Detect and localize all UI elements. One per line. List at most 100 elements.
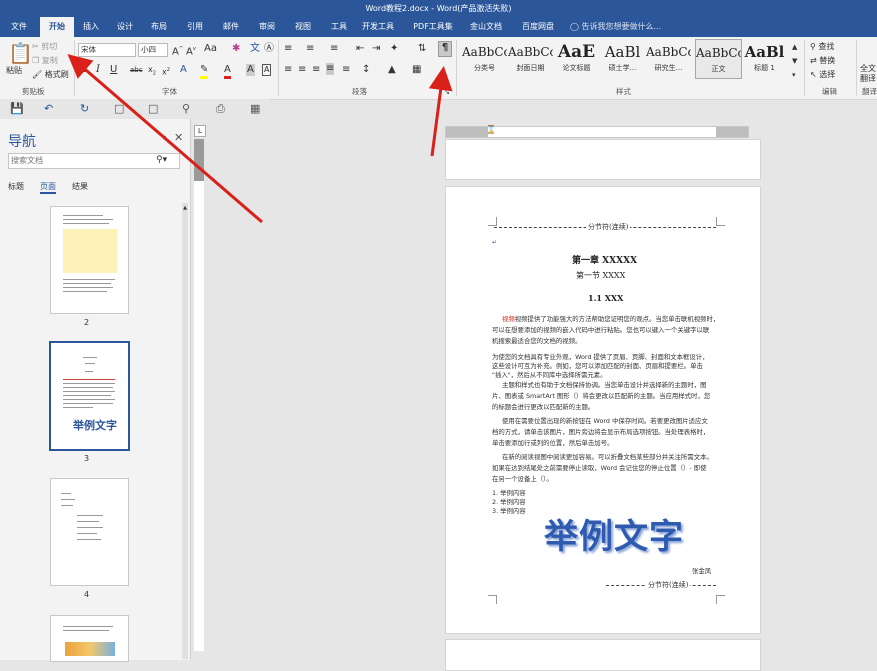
tab-kingsoft-docs[interactable]: 金山文档 (466, 17, 506, 37)
vertical-ruler[interactable]: L (192, 119, 206, 660)
text-effects-icon[interactable]: A (180, 64, 187, 76)
close-icon[interactable]: ✕ (174, 131, 183, 144)
format-painter-button[interactable]: 🖌 格式刷 (32, 69, 69, 80)
char-border-icon[interactable]: A (262, 64, 272, 76)
tell-me-box[interactable]: ◯ 告诉我您想要做什么... (570, 17, 661, 37)
save-icon[interactable]: 💾 (10, 102, 24, 115)
change-case-icon[interactable]: Aa (204, 43, 217, 55)
style-preview: AaBbCc (646, 45, 691, 59)
open-icon[interactable]: □ (148, 102, 158, 115)
indent-marker-icon[interactable]: ⌛ (486, 125, 496, 134)
search-icon[interactable]: ⚲▾ (156, 153, 167, 167)
tab-pdf-tools[interactable]: PDF工具集 (410, 17, 456, 37)
print-icon[interactable]: ⎙ (216, 102, 225, 116)
italic-icon[interactable]: I (96, 64, 100, 76)
big-word-art-text[interactable]: 举例文字 (544, 509, 684, 558)
find-button[interactable]: ⚲ 查找 (810, 41, 834, 52)
multilevel-list-icon[interactable]: ≡ (330, 43, 338, 55)
align-center-icon[interactable]: ≡ (298, 64, 306, 76)
decrease-indent-icon[interactable]: ⇤ (356, 43, 364, 55)
superscript-icon[interactable]: x2 (162, 64, 170, 79)
page-thumbnail-active[interactable]: 举例文字 (49, 341, 130, 451)
grow-font-icon[interactable]: A^ (172, 43, 183, 58)
nav-tab-results[interactable]: 结果 (72, 181, 88, 192)
numbering-icon[interactable]: ≡ (306, 43, 314, 55)
font-size-select[interactable]: 小四 (138, 43, 168, 57)
phonetic-guide-icon[interactable]: 文 (250, 43, 260, 55)
styles-more-icon[interactable]: ▾ (792, 69, 796, 81)
style-item[interactable]: AaBbCc 分类号 (462, 39, 507, 77)
font-name-select[interactable]: 宋体 (78, 43, 136, 57)
style-item-active[interactable]: AaBbCcI 正文 (695, 39, 742, 79)
line-spacing-icon[interactable]: ↕ (362, 64, 370, 76)
nav-scrollbar[interactable]: ▲ (182, 203, 188, 659)
borders-icon[interactable]: ▦ (412, 64, 421, 76)
clear-format-icon[interactable]: ✱ (232, 43, 240, 55)
tab-tools[interactable]: 工具 (326, 17, 352, 37)
style-item[interactable]: AaBbCc 封面日期 (508, 39, 553, 77)
styles-scroll-down-icon[interactable]: ▼ (792, 55, 797, 67)
paste-icon[interactable]: 📋 (8, 43, 33, 63)
tab-selector[interactable]: L (194, 125, 206, 137)
underline-icon[interactable]: U (110, 64, 117, 76)
cut-button[interactable]: ✂ 剪切 (32, 41, 57, 52)
customize-qat-icon[interactable]: ▦ (250, 102, 260, 115)
chinese-layout-icon[interactable]: ✦ (390, 43, 398, 55)
style-item[interactable]: AaBl 硕士学... (600, 39, 645, 77)
tab-developer[interactable]: 开发工具 (360, 17, 396, 37)
increase-indent-icon[interactable]: ⇥ (372, 43, 380, 55)
tab-file[interactable]: 文件 (6, 17, 32, 37)
copy-button[interactable]: ❐ 复制 (32, 55, 58, 66)
print-preview-icon[interactable]: ⚲ (182, 102, 190, 115)
align-left-icon[interactable]: ≡ (284, 64, 292, 76)
nav-tab-headings[interactable]: 标题 (8, 181, 24, 192)
align-right-icon[interactable]: ≡ (312, 64, 320, 76)
tab-review[interactable]: 审阅 (254, 17, 280, 37)
nav-tab-pages[interactable]: 页面 (40, 181, 56, 194)
scroll-up-icon[interactable]: ▲ (182, 205, 188, 211)
paste-button[interactable]: 粘贴 (6, 65, 22, 76)
styles-scroll-up-icon[interactable]: ▲ (792, 41, 797, 53)
horizontal-ruler[interactable]: ⌛ (445, 125, 749, 138)
strikethrough-icon[interactable]: abc (130, 64, 143, 76)
tab-baidu-netdisk[interactable]: 百度网盘 (518, 17, 558, 37)
redo-icon[interactable]: ↻ (80, 102, 89, 115)
font-color-icon[interactable]: A (224, 64, 231, 79)
char-shading-icon[interactable]: A (246, 64, 255, 76)
new-doc-icon[interactable]: □ (114, 102, 124, 115)
replace-button[interactable]: ⇄ 替换 (810, 55, 835, 66)
tab-layout[interactable]: 布局 (146, 17, 172, 37)
brush-icon: 🖌 (32, 70, 43, 79)
bullets-icon[interactable]: ≡ (284, 43, 292, 55)
sort-icon[interactable]: ⇅ (418, 43, 426, 55)
tab-design[interactable]: 设计 (112, 17, 138, 37)
paragraph-dialog-launcher-icon[interactable]: ↘ (444, 86, 450, 98)
tab-home[interactable]: 开始 (40, 17, 74, 37)
justify-icon[interactable]: ≡ (326, 63, 335, 75)
tab-insert[interactable]: 插入 (78, 17, 104, 37)
page-thumbnail[interactable] (50, 206, 129, 314)
shading-icon[interactable]: ▲ (388, 64, 396, 76)
style-item[interactable]: AaBbCc 研究生... (646, 39, 691, 77)
enclose-char-icon[interactable]: Ⓐ (264, 43, 274, 55)
translate-button[interactable]: 翻译 (860, 73, 876, 84)
style-item[interactable]: AaBl 标题 1 (742, 39, 787, 77)
shrink-font-icon[interactable]: Av (186, 43, 196, 58)
highlight-icon[interactable]: ✎ (200, 64, 209, 79)
nav-search-input[interactable]: 搜索文档 (8, 153, 180, 169)
style-item[interactable]: AaE 论文标题 (554, 39, 599, 77)
subscript-icon[interactable]: x2 (148, 64, 156, 80)
nav-options-icon[interactable]: ▾ (162, 133, 166, 142)
bold-icon[interactable]: B (80, 64, 88, 76)
show-formatting-marks-icon[interactable]: ¶ (438, 41, 452, 57)
tab-mailings[interactable]: 邮件 (218, 17, 244, 37)
select-button[interactable]: ↖ 选择 (810, 69, 835, 80)
tab-references[interactable]: 引用 (182, 17, 208, 37)
tab-view[interactable]: 视图 (290, 17, 316, 37)
replace-icon: ⇄ (810, 56, 817, 65)
page-thumbnail[interactable] (50, 615, 129, 662)
page-thumbnail[interactable] (50, 478, 129, 586)
undo-icon[interactable]: ↶ (44, 102, 53, 115)
distributed-icon[interactable]: ≡ (342, 64, 350, 76)
page-current[interactable]: 分节符(连续) ↵ 第一章 XXXXX 第一节 XXXX 1.1 XXX 视频视… (445, 186, 761, 634)
